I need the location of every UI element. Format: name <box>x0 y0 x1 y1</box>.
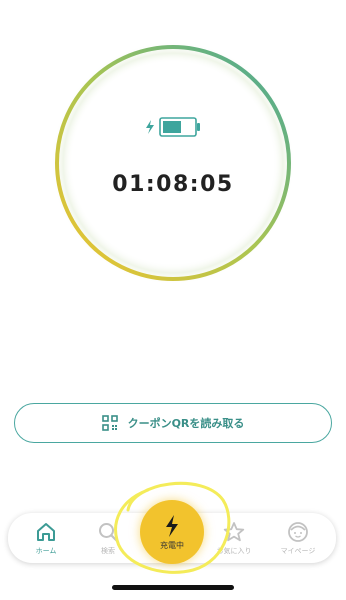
tab-mypage[interactable]: マイページ <box>268 513 328 563</box>
home-icon <box>37 522 55 541</box>
qr-code-icon <box>101 415 118 431</box>
charging-timer: 01:08:05 <box>50 40 296 286</box>
battery-icon <box>159 117 200 137</box>
scan-coupon-qr-button[interactable]: クーポンQRを読み取る <box>14 403 332 443</box>
progress-ring <box>51 41 295 285</box>
tab-charging[interactable]: 充電中 <box>140 500 204 564</box>
user-face-icon <box>288 521 308 542</box>
tab-mypage-label: マイページ <box>280 546 316 555</box>
scan-coupon-qr-label: クーポンQRを読み取る <box>127 417 245 430</box>
home-indicator <box>112 585 234 590</box>
tab-home-label: ホーム <box>35 546 57 555</box>
battery-status <box>50 116 296 138</box>
lightning-icon <box>146 120 154 134</box>
tab-charging-label: 充電中 <box>160 540 184 550</box>
tab-home[interactable]: ホーム <box>16 513 76 563</box>
elapsed-time: 01:08:05 <box>112 172 234 197</box>
lightning-icon <box>166 514 178 537</box>
